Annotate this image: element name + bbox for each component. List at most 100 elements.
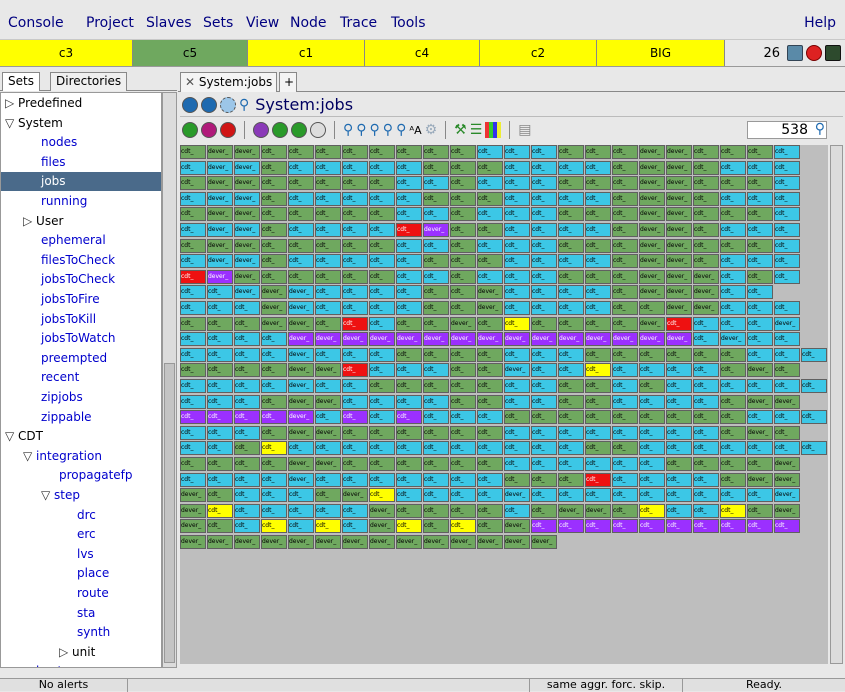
job-cell[interactable]: cdt_	[747, 503, 773, 518]
job-cell[interactable]: dever_	[180, 519, 206, 534]
job-cell[interactable]: cdt_	[747, 488, 773, 503]
job-cell[interactable]: cdt_	[747, 269, 773, 284]
job-cell[interactable]: cdt_	[180, 472, 206, 487]
job-cell[interactable]: cdt_	[585, 410, 611, 425]
job-cell[interactable]: dever_	[450, 316, 476, 331]
job-cell[interactable]: cdt_	[450, 254, 476, 269]
job-cell[interactable]: cdt_	[477, 223, 503, 237]
job-cell[interactable]: cdt_	[558, 379, 584, 393]
job-cell[interactable]: dever_	[288, 332, 314, 347]
job-cell[interactable]: dever_	[234, 238, 260, 253]
job-cell[interactable]: cdt_	[747, 207, 773, 222]
job-cell[interactable]: cdt_	[342, 301, 368, 315]
job-cell[interactable]: cdt_	[693, 332, 719, 347]
job-cell[interactable]: dever_	[558, 332, 584, 347]
job-cell[interactable]: cdt_	[315, 347, 341, 362]
job-cell[interactable]: cdt_	[423, 410, 449, 425]
job-cell[interactable]: dever_	[288, 285, 314, 300]
job-cell[interactable]: dever_	[693, 269, 719, 284]
job-cell[interactable]: cdt_	[369, 160, 395, 175]
job-cell[interactable]: cdt_	[585, 425, 611, 440]
collapsed-arrow-icon[interactable]: ▷	[59, 645, 72, 659]
job-cell[interactable]: cdt_	[423, 254, 449, 269]
job-cell[interactable]: cdt_	[585, 347, 611, 362]
job-cell[interactable]: cdt_	[639, 379, 665, 393]
job-cell[interactable]: cdt_	[396, 238, 422, 253]
job-cell[interactable]: cdt_	[342, 503, 368, 518]
job-cell[interactable]: dever_	[450, 332, 476, 347]
job-cell[interactable]: cdt_	[666, 394, 692, 409]
job-cell[interactable]: dever_	[666, 145, 692, 159]
job-cell[interactable]: cdt_	[342, 160, 368, 175]
job-cell[interactable]: cdt_	[423, 472, 449, 487]
job-cell[interactable]: dever_	[180, 488, 206, 503]
job-cell[interactable]: cdt_	[342, 425, 368, 440]
job-cell[interactable]: cdt_	[207, 425, 233, 440]
job-cell[interactable]: cdt_	[261, 457, 287, 471]
job-cell[interactable]: dever_	[639, 145, 665, 159]
job-cell[interactable]: cdt_	[288, 207, 314, 222]
job-cell[interactable]: cdt_	[180, 347, 206, 362]
new-tab-button[interactable]: +	[279, 72, 297, 92]
tools-icon[interactable]: ⚒	[454, 122, 467, 138]
job-cell[interactable]: cdt_	[693, 394, 719, 409]
job-cell[interactable]: cdt_	[747, 176, 773, 191]
job-cell[interactable]: cdt_	[369, 191, 395, 206]
job-cell[interactable]: cdt_	[423, 176, 449, 191]
job-cell[interactable]: cdt_	[180, 363, 206, 378]
job-cell[interactable]: cdt_	[396, 254, 422, 269]
job-cell[interactable]: cdt_	[774, 191, 800, 206]
priority-down-icon[interactable]	[253, 122, 269, 138]
job-cell[interactable]: cdt_	[747, 254, 773, 269]
job-cell[interactable]: cdt_	[747, 238, 773, 253]
job-cell[interactable]: cdt_	[207, 503, 233, 518]
job-cell[interactable]: cdt_	[396, 441, 422, 456]
job-cell[interactable]: cdt_	[558, 425, 584, 440]
job-cell[interactable]: cdt_	[261, 347, 287, 362]
tree-item-step[interactable]: ▽ step	[1, 486, 161, 505]
job-cell[interactable]: dever_	[504, 332, 530, 347]
job-cell[interactable]: cdt_	[342, 347, 368, 362]
job-cell[interactable]: cdt_	[666, 363, 692, 378]
job-cell[interactable]: dever_	[288, 535, 314, 549]
collapsed-arrow-icon[interactable]: ▷	[23, 214, 36, 228]
job-cell[interactable]: cdt_	[639, 410, 665, 425]
tree-item-ephemeral[interactable]: ephemeral	[1, 231, 161, 250]
job-cell[interactable]: cdt_	[234, 347, 260, 362]
job-cell[interactable]: dever_	[342, 535, 368, 549]
zoom-in-icon[interactable]: ⚲	[343, 122, 353, 138]
job-cell[interactable]: cdt_	[396, 394, 422, 409]
job-cell[interactable]: cdt_	[234, 425, 260, 440]
job-cell[interactable]: cdt_	[666, 410, 692, 425]
job-cell[interactable]: dever_	[477, 301, 503, 315]
job-cell[interactable]: cdt_	[747, 441, 773, 456]
job-cell[interactable]: cdt_	[207, 332, 233, 347]
job-cell[interactable]: dever_	[585, 332, 611, 347]
job-cell[interactable]: cdt_	[342, 379, 368, 393]
job-cell[interactable]: cdt_	[612, 191, 638, 206]
job-cell[interactable]: dever_	[747, 394, 773, 409]
job-cell[interactable]: cdt_	[450, 145, 476, 159]
job-cell[interactable]: cdt_	[450, 441, 476, 456]
job-cell[interactable]: cdt_	[423, 425, 449, 440]
job-cell[interactable]: cdt_	[234, 379, 260, 393]
job-cell[interactable]: cdt_	[477, 176, 503, 191]
job-cell[interactable]: cdt_	[558, 285, 584, 300]
job-cell[interactable]: cdt_	[504, 254, 530, 269]
job-cell[interactable]: dever_	[666, 176, 692, 191]
job-cell[interactable]: cdt_	[342, 191, 368, 206]
job-cell[interactable]: cdt_	[612, 425, 638, 440]
tree-item-jobstowatch[interactable]: jobsToWatch	[1, 329, 161, 348]
job-cell[interactable]: cdt_	[531, 410, 557, 425]
job-cell[interactable]: cdt_	[396, 301, 422, 315]
job-cell[interactable]: cdt_	[666, 457, 692, 471]
job-cell[interactable]: cdt_	[504, 457, 530, 471]
job-cell[interactable]: cdt_	[720, 488, 746, 503]
job-cell[interactable]: cdt_	[423, 160, 449, 175]
job-cell[interactable]: dever_	[477, 285, 503, 300]
job-cell[interactable]: cdt_	[234, 394, 260, 409]
tree-item-jobstocheck[interactable]: jobsToCheck	[1, 270, 161, 289]
job-cell[interactable]: cdt_	[693, 347, 719, 362]
tree-item-jobstofire[interactable]: jobsToFire	[1, 290, 161, 309]
job-cell[interactable]: dever_	[504, 488, 530, 503]
